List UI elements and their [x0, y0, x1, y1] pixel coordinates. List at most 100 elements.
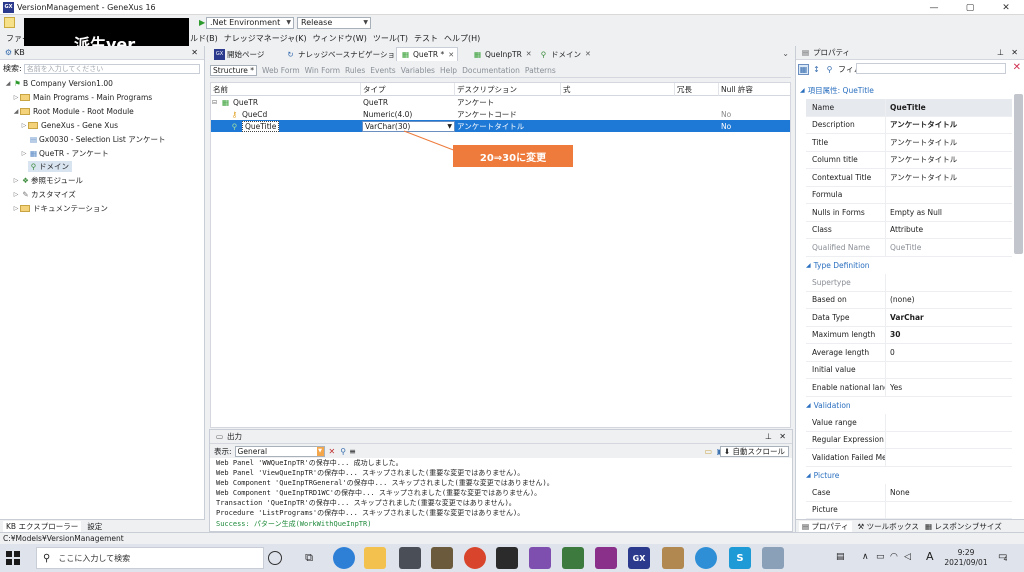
property-value[interactable]: QueTitle: [886, 239, 1012, 256]
property-row[interactable]: Based on (none): [806, 291, 1012, 309]
property-value[interactable]: アンケートタイトル: [886, 152, 1012, 169]
property-value[interactable]: [886, 432, 1012, 449]
windows-taskbar: ⚲ ここに入力して検索 ⧉ GX S ▤ ∧ ▭ ◠ ◁ A 9:29 2021…: [0, 544, 1024, 572]
property-row[interactable]: Formula: [806, 186, 1012, 204]
clock[interactable]: 9:29 2021/09/01: [942, 548, 990, 568]
property-key: Column title: [806, 151, 886, 168]
property-row[interactable]: Title アンケートタイトル: [806, 134, 1012, 152]
property-value[interactable]: [886, 274, 1012, 291]
explorer-icon[interactable]: [364, 547, 386, 569]
ime-indicator[interactable]: A: [926, 550, 934, 563]
property-row[interactable]: Column title アンケートタイトル: [806, 151, 1012, 169]
property-row[interactable]: Description アンケートタイトル: [806, 116, 1012, 134]
property-value[interactable]: アンケートタイトル: [886, 117, 1012, 134]
property-value[interactable]: Yes: [886, 379, 1012, 396]
section-attribute[interactable]: ◢ 項目属性: QueTitle: [800, 82, 1012, 100]
notification-center[interactable]: ▭ 4: [998, 550, 1007, 563]
tab-toolbox[interactable]: ⚒ ツールボックス: [858, 521, 919, 532]
property-value[interactable]: (none): [886, 292, 1012, 309]
log-success-line: Success: パターン生成(WorkWithQueInpTR): [216, 520, 372, 528]
property-value[interactable]: アンケートタイトル: [886, 169, 1012, 186]
property-row[interactable]: Regular Expression: [806, 431, 1012, 449]
wifi-icon[interactable]: ◠: [890, 552, 898, 562]
property-value[interactable]: 30: [886, 327, 1012, 344]
property-row[interactable]: Picture: [806, 501, 1012, 519]
property-value[interactable]: Attribute: [886, 222, 1012, 239]
property-row[interactable]: Name QueTitle: [806, 99, 1012, 117]
property-row[interactable]: Enable national lang Yes: [806, 379, 1012, 397]
store-icon[interactable]: [399, 547, 421, 569]
close-panel-icon[interactable]: ✕: [1011, 48, 1018, 57]
keyboard-icon[interactable]: ▤: [836, 552, 845, 562]
wrap-icon[interactable]: ≡: [349, 447, 356, 456]
property-key: Case: [806, 484, 886, 501]
alphabetical-icon[interactable]: ↕: [811, 64, 822, 75]
genexus-taskbar-icon[interactable]: GX: [628, 547, 650, 569]
app-icon[interactable]: [562, 547, 584, 569]
cortana-icon[interactable]: [268, 551, 282, 565]
output-category-select[interactable]: General ▼: [234, 445, 325, 457]
task-view-icon[interactable]: ⧉: [298, 547, 320, 569]
property-row[interactable]: Class Attribute: [806, 221, 1012, 239]
property-row[interactable]: Average length 0: [806, 344, 1012, 362]
find-icon[interactable]: ⚲: [340, 447, 346, 456]
property-value[interactable]: None: [886, 484, 1012, 501]
property-row[interactable]: Case None: [806, 484, 1012, 502]
property-value[interactable]: [886, 449, 1012, 466]
tray-chevron-icon[interactable]: ∧: [862, 552, 869, 562]
section-picture[interactable]: ◢ Picture: [800, 467, 1012, 485]
app-icon[interactable]: [595, 547, 617, 569]
section-type-definition[interactable]: ◢ Type Definition: [800, 257, 1012, 275]
autoscroll-button[interactable]: ⬇ 自動スクロール: [719, 445, 789, 457]
section-validation[interactable]: ◢ Validation: [800, 397, 1012, 415]
edge-icon[interactable]: [333, 547, 355, 569]
volume-icon[interactable]: ◁: [904, 552, 911, 562]
property-value[interactable]: [886, 502, 1012, 519]
property-value[interactable]: VarChar: [886, 309, 1012, 326]
property-value[interactable]: [886, 187, 1012, 204]
property-value[interactable]: QueTitle: [886, 99, 1012, 116]
chrome-icon[interactable]: [464, 547, 486, 569]
app-icon[interactable]: [431, 547, 453, 569]
property-row[interactable]: Validation Failed Me: [806, 449, 1012, 467]
properties-scrollbar[interactable]: [1014, 94, 1023, 254]
property-value[interactable]: 0: [886, 344, 1012, 361]
pin-icon[interactable]: ⊥: [997, 48, 1004, 57]
app-icon[interactable]: [662, 547, 684, 569]
property-row[interactable]: Data Type VarChar: [806, 309, 1012, 327]
clear-output-icon[interactable]: ✕: [329, 447, 336, 456]
property-row[interactable]: Contextual Title アンケートタイトル: [806, 169, 1012, 187]
property-value[interactable]: [886, 362, 1012, 379]
ie-icon[interactable]: [695, 547, 717, 569]
property-row[interactable]: Initial value: [806, 361, 1012, 379]
property-value[interactable]: Empty as Null: [886, 204, 1012, 221]
skype-icon[interactable]: S: [729, 547, 751, 569]
property-row[interactable]: Nulls in Forms Empty as Null: [806, 204, 1012, 222]
app-icon[interactable]: [762, 547, 784, 569]
property-value[interactable]: アンケートタイトル: [886, 134, 1012, 151]
property-row[interactable]: Maximum length 30: [806, 326, 1012, 344]
tab-properties[interactable]: ▤ プロパティ: [799, 520, 852, 532]
visual-studio-icon[interactable]: [529, 547, 551, 569]
open-folder-icon[interactable]: ▭: [704, 447, 712, 456]
clear-filter-icon[interactable]: ✕: [1013, 62, 1021, 73]
property-row[interactable]: Qualified Name QueTitle: [806, 239, 1012, 257]
pin-icon[interactable]: ⊥: [765, 432, 772, 441]
log-line: Web Component 'QueInpTRD1WC'の保存中... スキップ…: [216, 489, 542, 497]
property-filter-input[interactable]: [856, 63, 1006, 74]
terminal-icon[interactable]: [496, 547, 518, 569]
close-panel-icon[interactable]: ✕: [779, 432, 786, 441]
network-icon[interactable]: ▭: [876, 552, 885, 562]
property-row[interactable]: Value range: [806, 414, 1012, 432]
property-row[interactable]: Supertype: [806, 274, 1012, 292]
windows-start-icon[interactable]: [6, 551, 20, 565]
dropdown-arrow-icon[interactable]: ▼: [316, 446, 324, 456]
property-value[interactable]: [886, 414, 1012, 431]
properties-header: ▤ プロパティ ⊥ ✕: [796, 46, 1024, 60]
categorized-icon[interactable]: ▦: [798, 63, 809, 75]
property-key: Value range: [806, 414, 886, 431]
tab-responsive-size[interactable]: ▦ レスポンシブサイズ: [925, 521, 1002, 532]
filter-icon[interactable]: ⚲: [824, 64, 835, 75]
responsive-icon: ▦: [924, 521, 935, 531]
taskbar-search-box[interactable]: ⚲ ここに入力して検索: [36, 547, 264, 569]
